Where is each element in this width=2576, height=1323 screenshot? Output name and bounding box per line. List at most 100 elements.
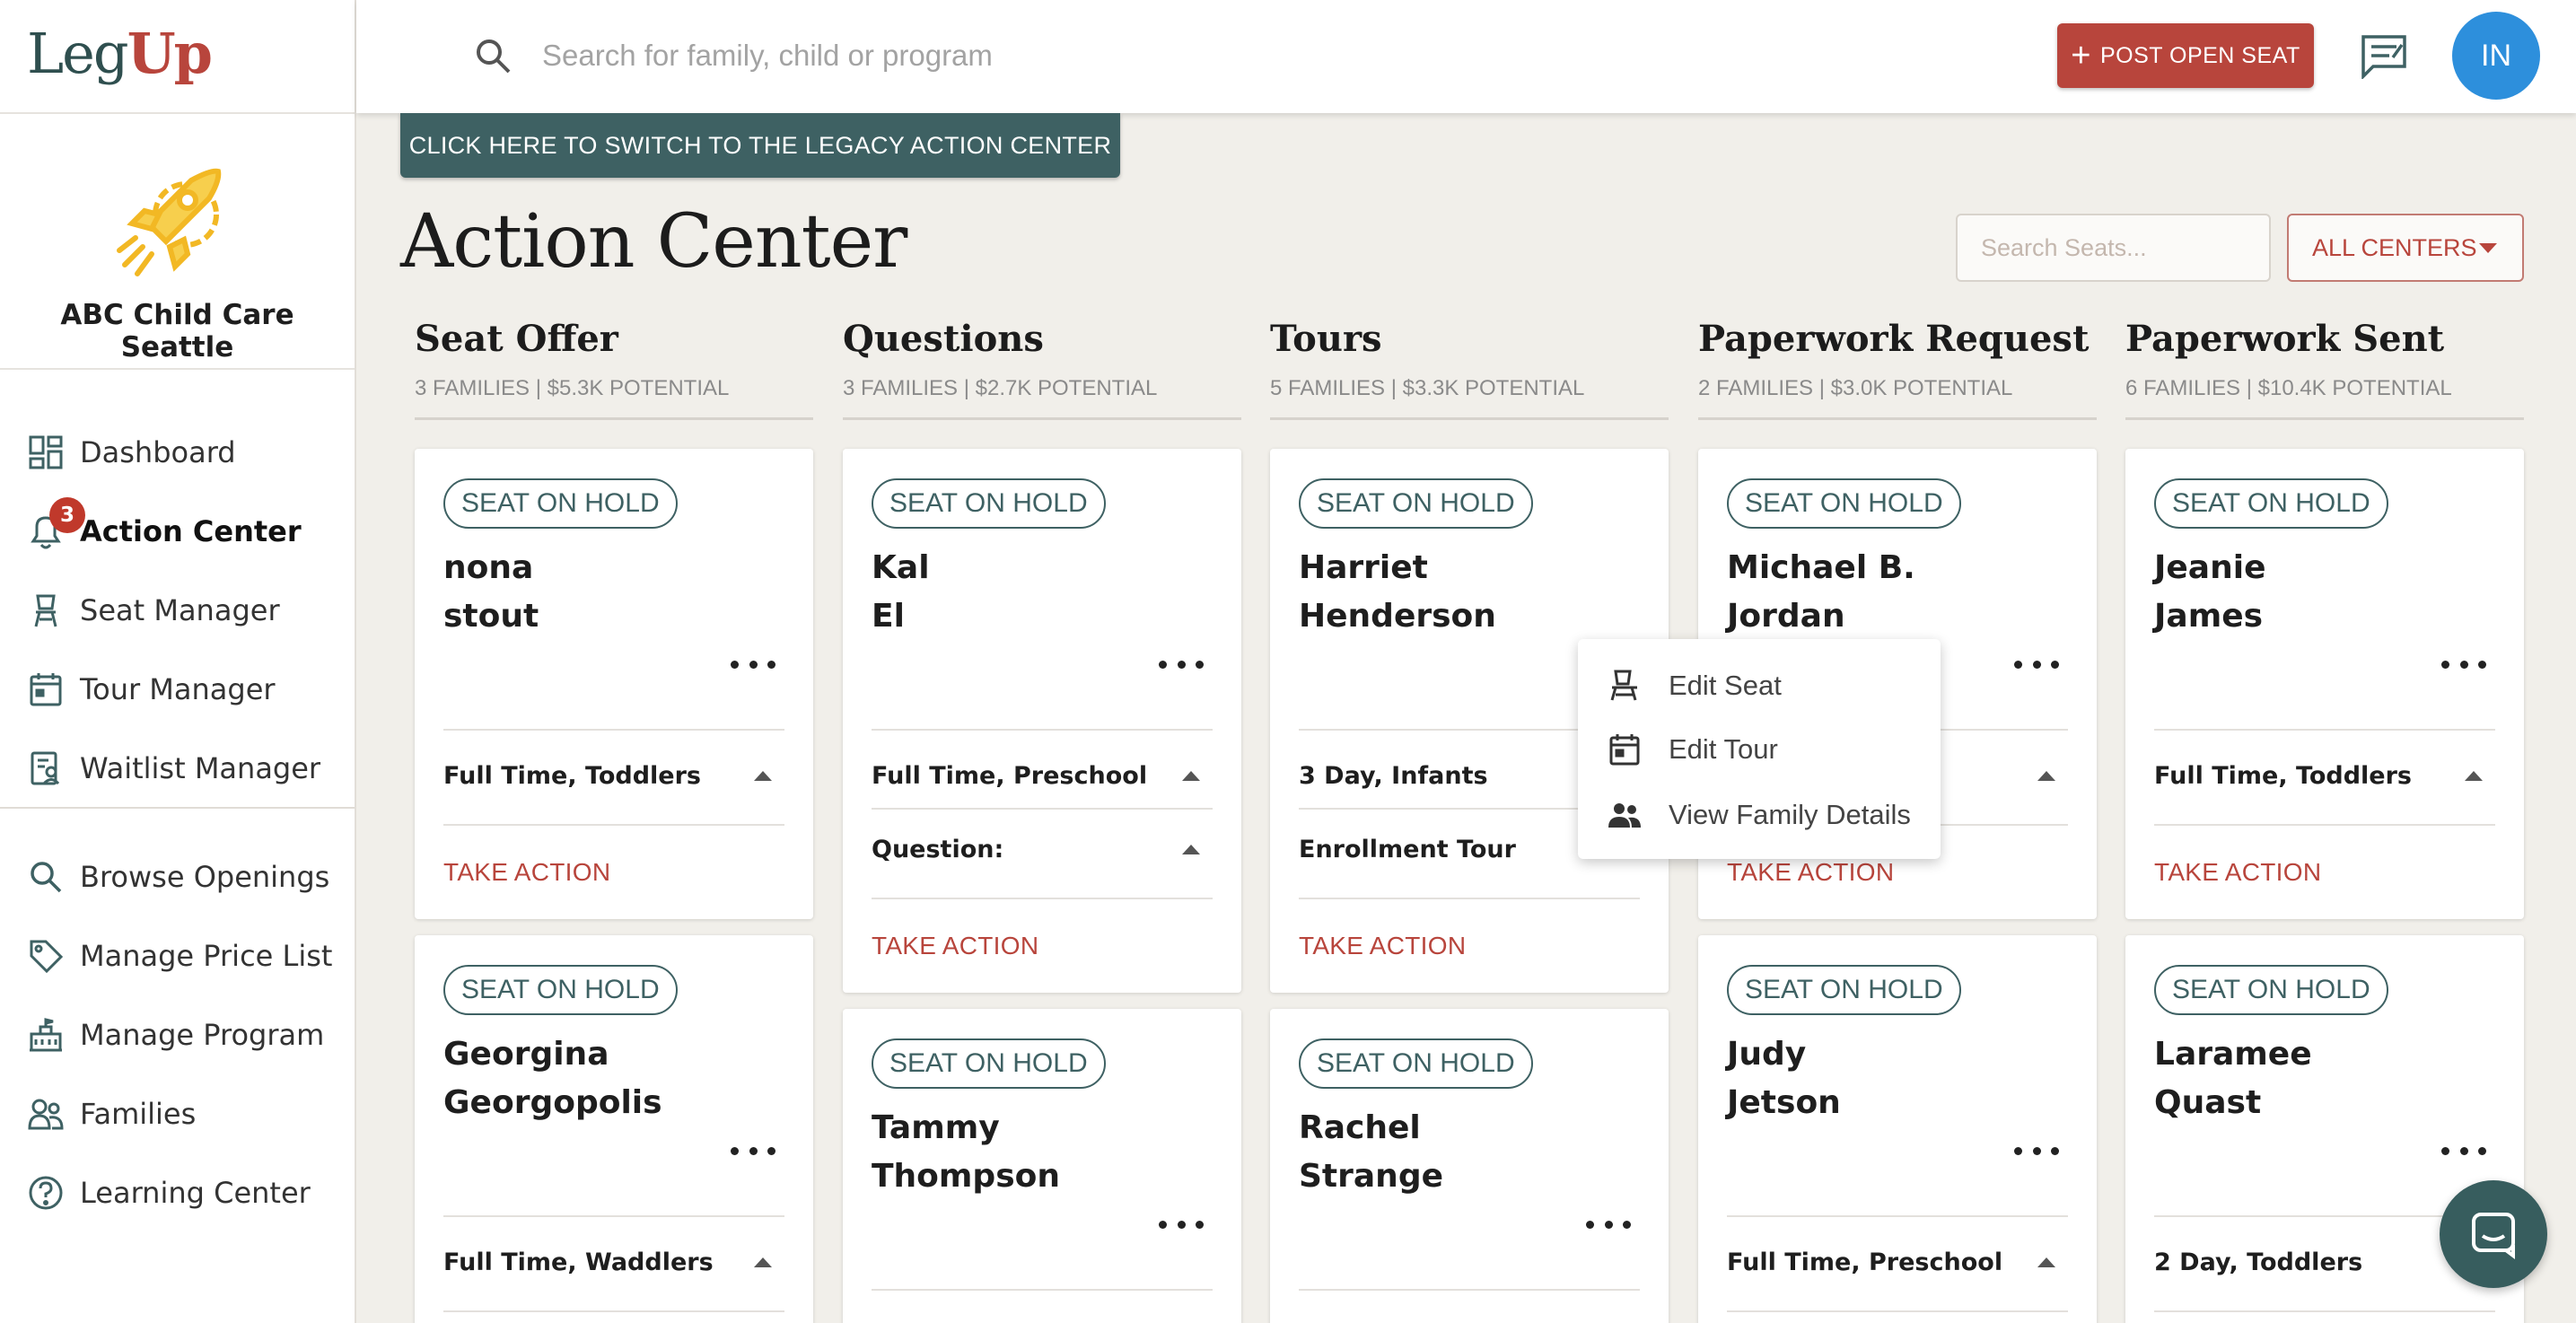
- sidebar-item-manage-price-list[interactable]: Manage Price List: [0, 916, 355, 995]
- column-title: Paperwork Sent: [2125, 318, 2445, 360]
- take-action-link[interactable]: TAKE ACTION: [872, 932, 1038, 960]
- family-card[interactable]: SEAT ON HOLD Jeanie James Full Time, Todd…: [2125, 449, 2524, 919]
- column-subtitle: 2 FAMILIES | $3.0K POTENTIAL: [1698, 376, 2013, 400]
- row-divider: [872, 1289, 1213, 1291]
- row-divider: [1299, 898, 1640, 899]
- more-options-button[interactable]: [2014, 655, 2059, 673]
- legacy-action-center-button[interactable]: CLICK HERE TO SWITCH TO THE LEGACY ACTIO…: [400, 113, 1120, 178]
- people-icon: [1608, 803, 1641, 828]
- row-divider: [2154, 729, 2495, 731]
- column-divider: [2125, 417, 2524, 420]
- family-card[interactable]: SEAT ON HOLD nona stout Full Time, Toddle…: [415, 449, 813, 919]
- sidebar-item-manage-program[interactable]: Manage Program: [0, 995, 355, 1074]
- row-divider: [443, 729, 784, 731]
- column-subtitle: 3 FAMILIES | $5.3K POTENTIAL: [415, 376, 730, 400]
- post-open-seat-label: POST OPEN SEAT: [2099, 42, 2300, 68]
- messages-icon[interactable]: [2361, 34, 2407, 79]
- row-divider: [1727, 1215, 2068, 1217]
- top-bar: + POST OPEN SEAT IN: [356, 0, 2576, 113]
- sidebar-item-label: Manage Program: [80, 1018, 325, 1052]
- program-row[interactable]: Full Time, Waddlers: [443, 1244, 784, 1280]
- more-options-button[interactable]: [1586, 1215, 1631, 1233]
- family-name: Michael B. Jordan: [1727, 549, 1915, 635]
- chat-launcher-button[interactable]: [2440, 1180, 2547, 1288]
- sidebar-item-label: Families: [80, 1097, 197, 1131]
- family-card[interactable]: SEAT ON HOLD Tammy Thompson: [843, 1009, 1241, 1323]
- family-name: Laramee Quast: [2154, 1036, 2312, 1121]
- card-context-menu: Edit Seat Edit Tour View Family Details: [1578, 639, 1941, 859]
- sidebar-item-browse-openings[interactable]: Browse Openings: [0, 837, 355, 916]
- chat-icon: [2472, 1213, 2515, 1259]
- sidebar-item-seat-manager[interactable]: Seat Manager: [0, 571, 355, 650]
- menu-item-view-family-details[interactable]: View Family Details: [1578, 784, 1941, 846]
- column-divider: [1270, 417, 1669, 420]
- sidebar-item-families[interactable]: Families: [0, 1074, 355, 1153]
- search-icon: [477, 39, 511, 74]
- row-divider: [872, 729, 1213, 731]
- family-card[interactable]: SEAT ON HOLD Judy Jetson Full Time, Presc…: [1698, 935, 2097, 1323]
- status-badge: SEAT ON HOLD: [872, 1038, 1106, 1089]
- column-questions: Questions 3 FAMILIES | $2.7K POTENTIAL S…: [843, 314, 1241, 1323]
- sidebar-item-dashboard[interactable]: Dashboard: [0, 413, 355, 492]
- caret-up-icon: [1182, 770, 1200, 781]
- column-seat-offer: Seat Offer 3 FAMILIES | $5.3K POTENTIAL …: [415, 314, 813, 1323]
- take-action-link[interactable]: TAKE ACTION: [1299, 932, 1466, 960]
- more-options-button[interactable]: [2014, 1142, 2059, 1160]
- sidebar-item-label: Tour Manager: [80, 672, 276, 706]
- people-icon: [25, 1093, 66, 1135]
- status-badge: SEAT ON HOLD: [2154, 478, 2388, 529]
- more-options-button[interactable]: [2441, 1142, 2486, 1160]
- column-tours: Tours 5 FAMILIES | $3.3K POTENTIAL SEAT …: [1270, 314, 1669, 1323]
- more-options-button[interactable]: [731, 1142, 775, 1160]
- status-badge: SEAT ON HOLD: [1727, 478, 1961, 529]
- all-centers-dropdown[interactable]: ALL CENTERS: [2287, 214, 2524, 282]
- more-options-button[interactable]: [2441, 655, 2486, 673]
- search-seats-input[interactable]: [1956, 214, 2271, 282]
- family-card[interactable]: SEAT ON HOLD Georgina Georgopolis Full Ti…: [415, 935, 813, 1323]
- take-action-link[interactable]: TAKE ACTION: [1727, 858, 1894, 887]
- status-badge: SEAT ON HOLD: [872, 478, 1106, 529]
- program-row[interactable]: Full Time, Preschool: [872, 758, 1213, 793]
- family-card[interactable]: SEAT ON HOLD Rachel Strange: [1270, 1009, 1669, 1323]
- more-options-button[interactable]: [731, 655, 775, 673]
- question-label: Question:: [872, 835, 1004, 863]
- status-badge: SEAT ON HOLD: [1299, 1038, 1533, 1089]
- row-divider: [443, 1215, 784, 1217]
- menu-item-label: View Family Details: [1669, 799, 1911, 830]
- more-options-button[interactable]: [1159, 1215, 1204, 1233]
- more-options-button[interactable]: [1159, 655, 1204, 673]
- sidebar: LegUp ABC Child Care Seattle Dashboard 3…: [0, 0, 356, 1323]
- program-row[interactable]: Full Time, Toddlers: [2154, 758, 2495, 793]
- program-row[interactable]: Full Time, Preschool: [1727, 1244, 2068, 1280]
- search-icon: [25, 856, 66, 898]
- family-name: Tammy Thompson: [872, 1109, 1060, 1195]
- post-open-seat-button[interactable]: + POST OPEN SEAT: [2057, 23, 2314, 88]
- caret-up-icon: [2037, 770, 2055, 781]
- sidebar-item-label: Dashboard: [80, 435, 236, 469]
- program-row[interactable]: Full Time, Toddlers: [443, 758, 784, 793]
- row-divider: [1727, 1310, 2068, 1312]
- help-icon: [25, 1172, 66, 1213]
- take-action-link[interactable]: TAKE ACTION: [2154, 858, 2321, 887]
- search-input[interactable]: [542, 27, 1350, 84]
- sidebar-item-waitlist-manager[interactable]: Waitlist Manager: [0, 729, 355, 808]
- avatar[interactable]: IN: [2452, 12, 2540, 100]
- family-card[interactable]: SEAT ON HOLD Kal El Full Time, Preschool …: [843, 449, 1241, 993]
- question-row[interactable]: Question:: [872, 831, 1213, 867]
- sidebar-item-learning-center[interactable]: Learning Center: [0, 1153, 355, 1232]
- sidebar-item-label: Learning Center: [80, 1176, 311, 1210]
- row-divider: [872, 898, 1213, 899]
- row-divider: [1299, 1289, 1640, 1291]
- legup-logo[interactable]: LegUp: [27, 18, 213, 90]
- status-badge: SEAT ON HOLD: [443, 965, 678, 1015]
- column-title: Paperwork Request: [1698, 318, 2090, 360]
- sidebar-item-action-center[interactable]: 3 Action Center: [0, 492, 355, 571]
- family-name: Harriet Henderson: [1299, 549, 1496, 635]
- sidebar-item-tour-manager[interactable]: Tour Manager: [0, 650, 355, 729]
- column-subtitle: 3 FAMILIES | $2.7K POTENTIAL: [843, 376, 1158, 400]
- caret-up-icon: [2037, 1257, 2055, 1267]
- menu-item-edit-seat[interactable]: Edit Seat: [1578, 654, 1941, 717]
- menu-item-edit-tour[interactable]: Edit Tour: [1578, 718, 1941, 781]
- take-action-link[interactable]: TAKE ACTION: [443, 858, 610, 887]
- menu-item-label: Edit Tour: [1669, 733, 1778, 765]
